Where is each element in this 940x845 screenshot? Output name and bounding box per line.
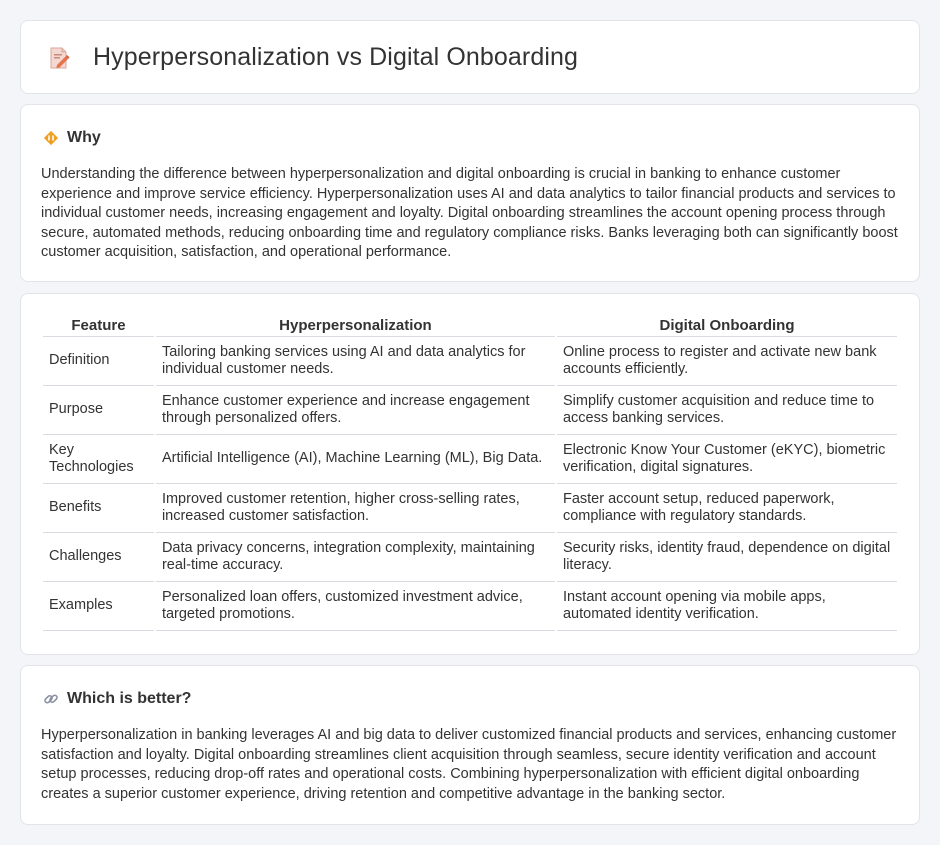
document-pencil-icon [47, 46, 71, 70]
table-row: Purpose Enhance customer experience and … [43, 386, 897, 435]
digital-onboarding-cell: Faster account setup, reduced paperwork,… [556, 484, 897, 533]
feature-cell: Challenges [43, 533, 154, 582]
digital-onboarding-cell: Simplify customer acquisition and reduce… [556, 386, 897, 435]
hyperpersonalization-cell: Tailoring banking services using AI and … [155, 337, 555, 386]
hyperpersonalization-cell: Artificial Intelligence (AI), Machine Le… [155, 435, 555, 484]
digital-onboarding-cell: Online process to register and activate … [556, 337, 897, 386]
comparison-section: Feature Hyperpersonalization Digital Onb… [20, 293, 920, 655]
feature-cell: Examples [43, 582, 154, 631]
comparison-table: Feature Hyperpersonalization Digital Onb… [41, 314, 899, 631]
header-card: Hyperpersonalization vs Digital Onboardi… [20, 20, 920, 94]
why-heading: Why [67, 129, 101, 146]
hyperpersonalization-cell: Personalized loan offers, customized inv… [155, 582, 555, 631]
feature-cell: Key Technologies [43, 435, 154, 484]
which-is-better-section: Which is better? Hyperpersonalization in… [20, 665, 920, 825]
column-header-feature: Feature [43, 314, 154, 337]
digital-onboarding-cell: Security risks, identity fraud, dependen… [556, 533, 897, 582]
column-header-hyperpersonalization: Hyperpersonalization [155, 314, 555, 337]
diamond-warning-icon [43, 130, 59, 146]
feature-cell: Benefits [43, 484, 154, 533]
column-header-digital-onboarding: Digital Onboarding [556, 314, 897, 337]
table-row: Examples Personalized loan offers, custo… [43, 582, 897, 631]
better-heading-row: Which is better? [43, 688, 191, 710]
why-heading-row: Why [43, 127, 101, 149]
page-title: Hyperpersonalization vs Digital Onboardi… [93, 43, 579, 71]
hyperpersonalization-cell: Enhance customer experience and increase… [155, 386, 555, 435]
table-header-row: Feature Hyperpersonalization Digital Onb… [43, 314, 897, 337]
feature-cell: Definition [43, 337, 154, 386]
link-icon [43, 691, 59, 707]
why-paragraph: Understanding the difference between hyp… [41, 166, 898, 261]
digital-onboarding-cell: Instant account opening via mobile apps,… [556, 582, 897, 631]
feature-cell: Purpose [43, 386, 154, 435]
table-row: Definition Tailoring banking services us… [43, 337, 897, 386]
hyperpersonalization-cell: Improved customer retention, higher cros… [155, 484, 555, 533]
digital-onboarding-cell: Electronic Know Your Customer (eKYC), bi… [556, 435, 897, 484]
table-row: Benefits Improved customer retention, hi… [43, 484, 897, 533]
why-section: Why Understanding the difference between… [20, 104, 920, 282]
table-row: Key Technologies Artificial Intelligence… [43, 435, 897, 484]
hyperpersonalization-cell: Data privacy concerns, integration compl… [155, 533, 555, 582]
better-paragraph: Hyperpersonalization in banking leverage… [41, 727, 897, 802]
table-row: Challenges Data privacy concerns, integr… [43, 533, 897, 582]
better-heading: Which is better? [67, 690, 192, 707]
